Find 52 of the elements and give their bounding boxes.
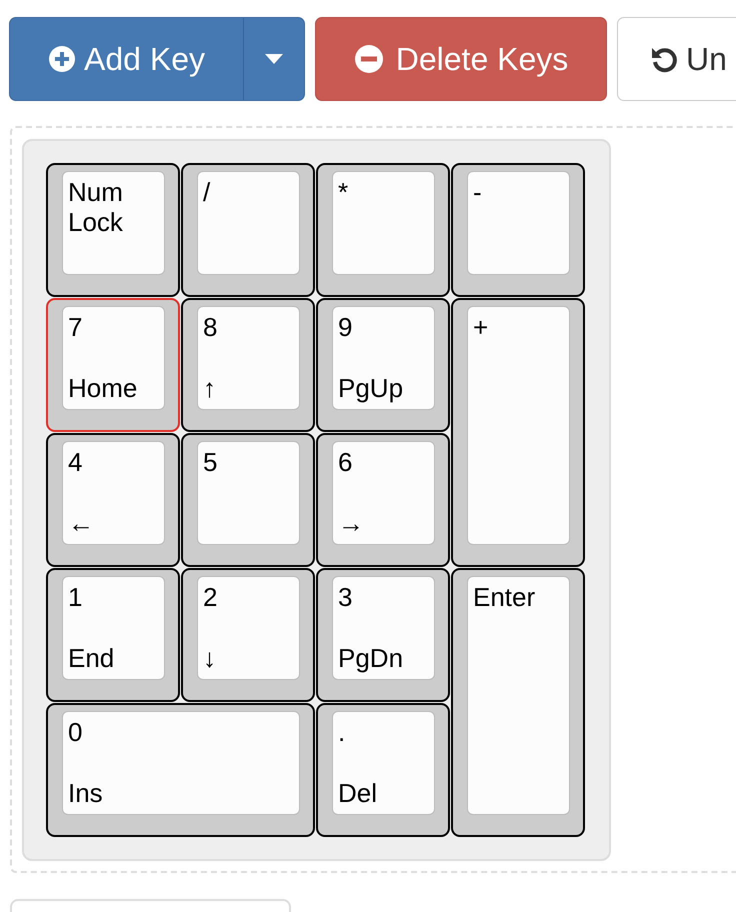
key-legend: 0 <box>68 717 82 747</box>
key[interactable]: Num Lock <box>46 163 180 297</box>
key-legend: 3 <box>338 582 352 612</box>
key-legend: Home <box>68 373 138 403</box>
add-key-button[interactable]: Add Key <box>9 17 243 101</box>
delete-keys-button[interactable]: Delete Keys <box>315 17 607 101</box>
key[interactable]: 8 ↑ <box>181 298 315 432</box>
key[interactable]: / <box>181 163 315 297</box>
key-legend: + <box>473 312 488 342</box>
key-legend: 5 <box>203 447 218 477</box>
key[interactable]: Enter <box>451 568 585 837</box>
key-legend: PgDn <box>338 643 404 673</box>
key-legend: Enter <box>473 582 536 612</box>
key-legend: Del <box>338 778 378 808</box>
key-legend: → <box>338 508 364 538</box>
caret-icon <box>265 54 283 64</box>
key-legend: * <box>338 177 348 207</box>
key-legend: 8 <box>203 312 218 342</box>
key-legend: ↑ <box>203 373 216 403</box>
key[interactable]: * <box>316 163 450 297</box>
key-legend: - <box>473 177 482 207</box>
key[interactable]: 3 PgDn <box>316 568 450 702</box>
key-legend: 9 <box>338 312 352 342</box>
key-legend: 1 <box>68 582 82 612</box>
key-legend: Ins <box>68 778 103 808</box>
key-legend: / <box>203 177 210 207</box>
key-legend: . <box>338 717 346 747</box>
dropdown-button[interactable] <box>243 17 305 101</box>
key[interactable]: 5 <box>181 433 315 567</box>
minus-circle-icon <box>354 44 384 74</box>
key-legend: 4 <box>68 447 82 477</box>
key[interactable]: 6 → <box>316 433 450 567</box>
key[interactable]: . Del <box>316 703 450 837</box>
key-legend: ← <box>68 508 94 538</box>
key-legend: End <box>68 643 114 673</box>
key[interactable]: 0 Ins <box>46 703 315 837</box>
key[interactable]: 4 ← <box>46 433 180 567</box>
undo-button[interactable]: Un <box>617 17 736 101</box>
key-legend: 2 <box>203 582 218 612</box>
key-legend: ↓ <box>203 643 216 673</box>
key[interactable]: 2 ↓ <box>181 568 315 702</box>
key[interactable]: + <box>451 298 585 567</box>
key[interactable]: 9 PgUp <box>316 298 450 432</box>
key[interactable]: - <box>451 163 585 297</box>
key-legend: 7 <box>68 312 82 342</box>
undo-icon <box>650 45 678 73</box>
key[interactable]: 7 Home <box>46 298 180 432</box>
key-legend: Num Lock <box>68 177 159 237</box>
key-legend: PgUp <box>338 373 404 403</box>
key[interactable]: 1 End <box>46 568 180 702</box>
plus-circle-icon <box>48 45 76 73</box>
key-legend: 6 <box>338 447 352 477</box>
